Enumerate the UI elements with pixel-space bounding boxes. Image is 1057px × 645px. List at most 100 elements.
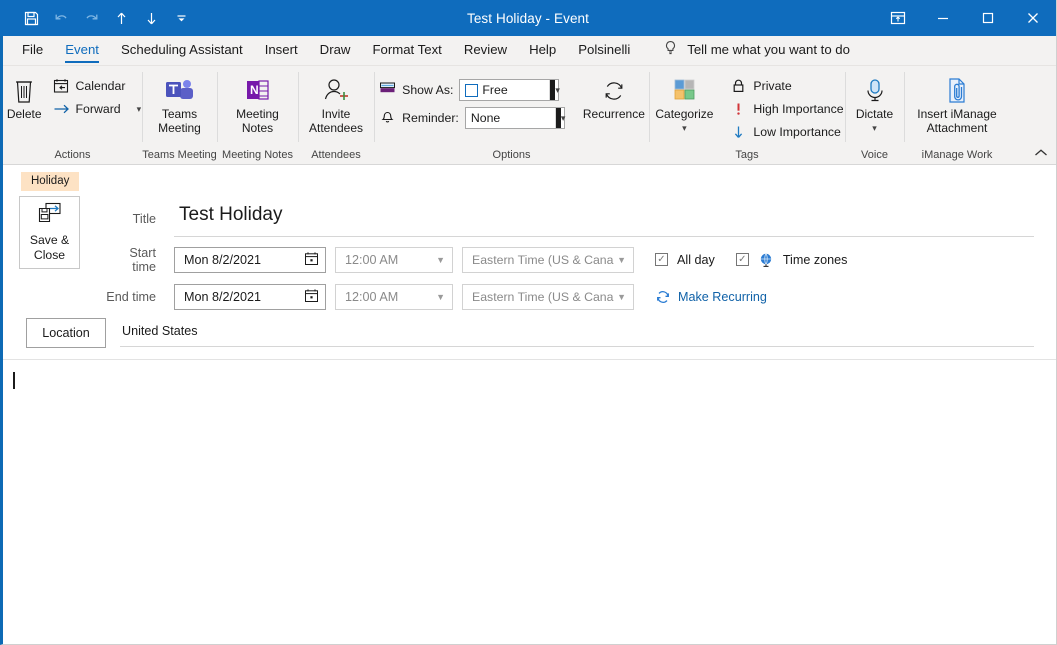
show-as-chevron-down-icon[interactable]: ▾ bbox=[549, 80, 560, 100]
event-window: Test Holiday - Event File Event Scheduli… bbox=[0, 0, 1057, 645]
ribbon-group-meeting-notes: N Meeting Notes Meeting Notes bbox=[217, 66, 298, 164]
tab-event[interactable]: Event bbox=[54, 37, 110, 65]
ribbon-group-attendees: Invite Attendees Attendees bbox=[298, 66, 374, 164]
calendar-picker-icon[interactable] bbox=[304, 251, 319, 269]
close-icon[interactable] bbox=[1010, 0, 1056, 36]
group-label-tags: Tags bbox=[735, 149, 759, 161]
insert-imanage-attachment-button[interactable]: Insert iManage Attachment bbox=[910, 72, 1003, 135]
category-bar: Holiday bbox=[3, 165, 1056, 191]
start-time-row: Start time Mon 8/2/2021 12:00 AM ▼ Easte… bbox=[106, 241, 1056, 278]
window-controls bbox=[875, 0, 1056, 36]
show-as-dropdown[interactable]: Free ▾ bbox=[459, 79, 560, 101]
tab-help[interactable]: Help bbox=[518, 37, 567, 65]
ribbon-display-options-icon[interactable] bbox=[875, 0, 920, 36]
teams-meeting-label-1: Teams bbox=[161, 107, 198, 121]
recurring-icon bbox=[655, 289, 671, 305]
form-fields: Title Test Holiday Start time Mon 8/2/20… bbox=[80, 191, 1056, 315]
end-time-dropdown[interactable]: 12:00 AM ▼ bbox=[335, 283, 453, 310]
delete-label: Delete bbox=[6, 107, 42, 121]
save-icon[interactable] bbox=[17, 5, 45, 31]
show-as-row: Show As: Free ▾ bbox=[375, 76, 569, 104]
make-recurring-label: Make Recurring bbox=[678, 289, 767, 304]
end-time-chevron-down-icon[interactable]: ▼ bbox=[436, 292, 445, 302]
categorize-chevron-down-icon[interactable]: ▾ bbox=[682, 121, 687, 135]
group-label-teams-meeting: Teams Meeting bbox=[142, 149, 217, 161]
end-date-input[interactable]: Mon 8/2/2021 bbox=[174, 283, 326, 310]
maximize-icon[interactable] bbox=[965, 0, 1010, 36]
tab-scheduling-assistant[interactable]: Scheduling Assistant bbox=[110, 37, 254, 65]
start-timezone-dropdown[interactable]: Eastern Time (US & Cana ▼ bbox=[462, 246, 634, 273]
time-zones-label: Time zones bbox=[782, 252, 848, 267]
low-importance-button[interactable]: Low Importance bbox=[726, 122, 849, 142]
categorize-label: Categorize bbox=[655, 107, 714, 121]
make-recurring-button[interactable]: Make Recurring bbox=[655, 289, 767, 305]
end-time-row: End time Mon 8/2/2021 12:00 AM ▼ Eastern… bbox=[106, 278, 1056, 315]
end-timezone-chevron-down-icon[interactable]: ▼ bbox=[617, 292, 626, 302]
calendar-button[interactable]: Calendar bbox=[49, 76, 148, 96]
tab-insert[interactable]: Insert bbox=[254, 37, 309, 65]
reminder-chevron-down-icon[interactable]: ▾ bbox=[554, 108, 565, 128]
ribbon-tabs: File Event Scheduling Assistant Insert D… bbox=[3, 36, 1056, 66]
event-body-editor[interactable] bbox=[3, 360, 1056, 644]
reminder-value: None bbox=[470, 111, 501, 125]
undo-icon bbox=[47, 5, 75, 31]
day-options: ✓ All day ✓ Time zones bbox=[655, 252, 847, 268]
delete-button[interactable]: Delete bbox=[0, 72, 49, 121]
tab-format-text[interactable]: Format Text bbox=[361, 37, 452, 65]
invite-attendees-label-2: Attendees bbox=[308, 121, 364, 135]
forward-label: Forward bbox=[75, 102, 121, 116]
dictate-button[interactable]: Dictate ▾ bbox=[849, 72, 900, 135]
category-badge[interactable]: Holiday bbox=[21, 172, 80, 191]
up-arrow-icon[interactable] bbox=[107, 5, 135, 31]
tab-polsinelli[interactable]: Polsinelli bbox=[567, 37, 641, 65]
ribbon-group-tags: Categorize ▾ Private High Importance Low… bbox=[649, 66, 845, 164]
tab-review[interactable]: Review bbox=[453, 37, 518, 65]
all-day-label: All day bbox=[677, 252, 715, 267]
start-time-chevron-down-icon[interactable]: ▼ bbox=[436, 255, 445, 265]
end-timezone-dropdown[interactable]: Eastern Time (US & Cana ▼ bbox=[462, 283, 634, 310]
group-label-imanage: iManage Work bbox=[921, 149, 993, 161]
title-input[interactable]: Test Holiday bbox=[174, 201, 1034, 237]
lock-icon bbox=[730, 78, 747, 94]
all-day-checkbox[interactable]: ✓ bbox=[655, 253, 668, 266]
invite-attendees-button[interactable]: Invite Attendees bbox=[302, 72, 370, 135]
save-close-label-2: Close bbox=[33, 248, 66, 262]
calendar-picker-icon-end[interactable] bbox=[304, 288, 319, 306]
save-and-close-button[interactable]: Save & Close bbox=[19, 196, 80, 269]
dictate-label: Dictate bbox=[855, 107, 894, 121]
tab-draw[interactable]: Draw bbox=[309, 37, 362, 65]
categorize-button[interactable]: Categorize ▾ bbox=[648, 72, 720, 135]
customize-quick-access-icon[interactable] bbox=[167, 5, 195, 31]
dictate-chevron-down-icon[interactable]: ▾ bbox=[872, 121, 877, 135]
start-date-input[interactable]: Mon 8/2/2021 bbox=[174, 246, 326, 273]
teams-meeting-button[interactable]: Teams Meeting bbox=[151, 72, 208, 135]
high-importance-label: High Importance bbox=[753, 102, 844, 116]
tell-me-search[interactable]: Tell me what you want to do bbox=[641, 36, 860, 65]
private-button[interactable]: Private bbox=[726, 76, 849, 96]
meeting-notes-button[interactable]: N Meeting Notes bbox=[229, 72, 286, 135]
globe-icon bbox=[758, 252, 774, 268]
exclamation-icon bbox=[730, 101, 747, 117]
text-caret bbox=[13, 372, 15, 389]
high-importance-button[interactable]: High Importance bbox=[726, 99, 849, 119]
reminder-label: Reminder: bbox=[402, 111, 459, 125]
tab-file[interactable]: File bbox=[11, 37, 54, 65]
tell-me-label: Tell me what you want to do bbox=[687, 42, 850, 57]
start-timezone-chevron-down-icon[interactable]: ▼ bbox=[617, 255, 626, 265]
start-time-dropdown[interactable]: 12:00 AM ▼ bbox=[335, 246, 453, 273]
time-zones-checkbox[interactable]: ✓ bbox=[735, 253, 749, 266]
recurrence-label: Recurrence bbox=[582, 107, 645, 121]
location-input[interactable]: United States bbox=[120, 320, 1034, 347]
group-label-meeting-notes: Meeting Notes bbox=[222, 149, 293, 161]
show-as-label: Show As: bbox=[402, 83, 454, 97]
reminder-dropdown[interactable]: None ▾ bbox=[464, 107, 565, 129]
down-arrow-icon[interactable] bbox=[137, 5, 165, 31]
forward-button[interactable]: Forward ▾ bbox=[49, 99, 148, 119]
ribbon-group-actions: Delete Calendar Forward ▾ Actions bbox=[3, 66, 142, 164]
forward-chevron-down-icon[interactable]: ▾ bbox=[127, 101, 142, 117]
collapse-ribbon-icon[interactable] bbox=[1034, 148, 1048, 161]
minimize-icon[interactable] bbox=[920, 0, 965, 36]
meeting-notes-label-2: Notes bbox=[241, 121, 274, 135]
location-button[interactable]: Location bbox=[26, 318, 106, 348]
down-arrow-importance-icon bbox=[730, 124, 747, 140]
